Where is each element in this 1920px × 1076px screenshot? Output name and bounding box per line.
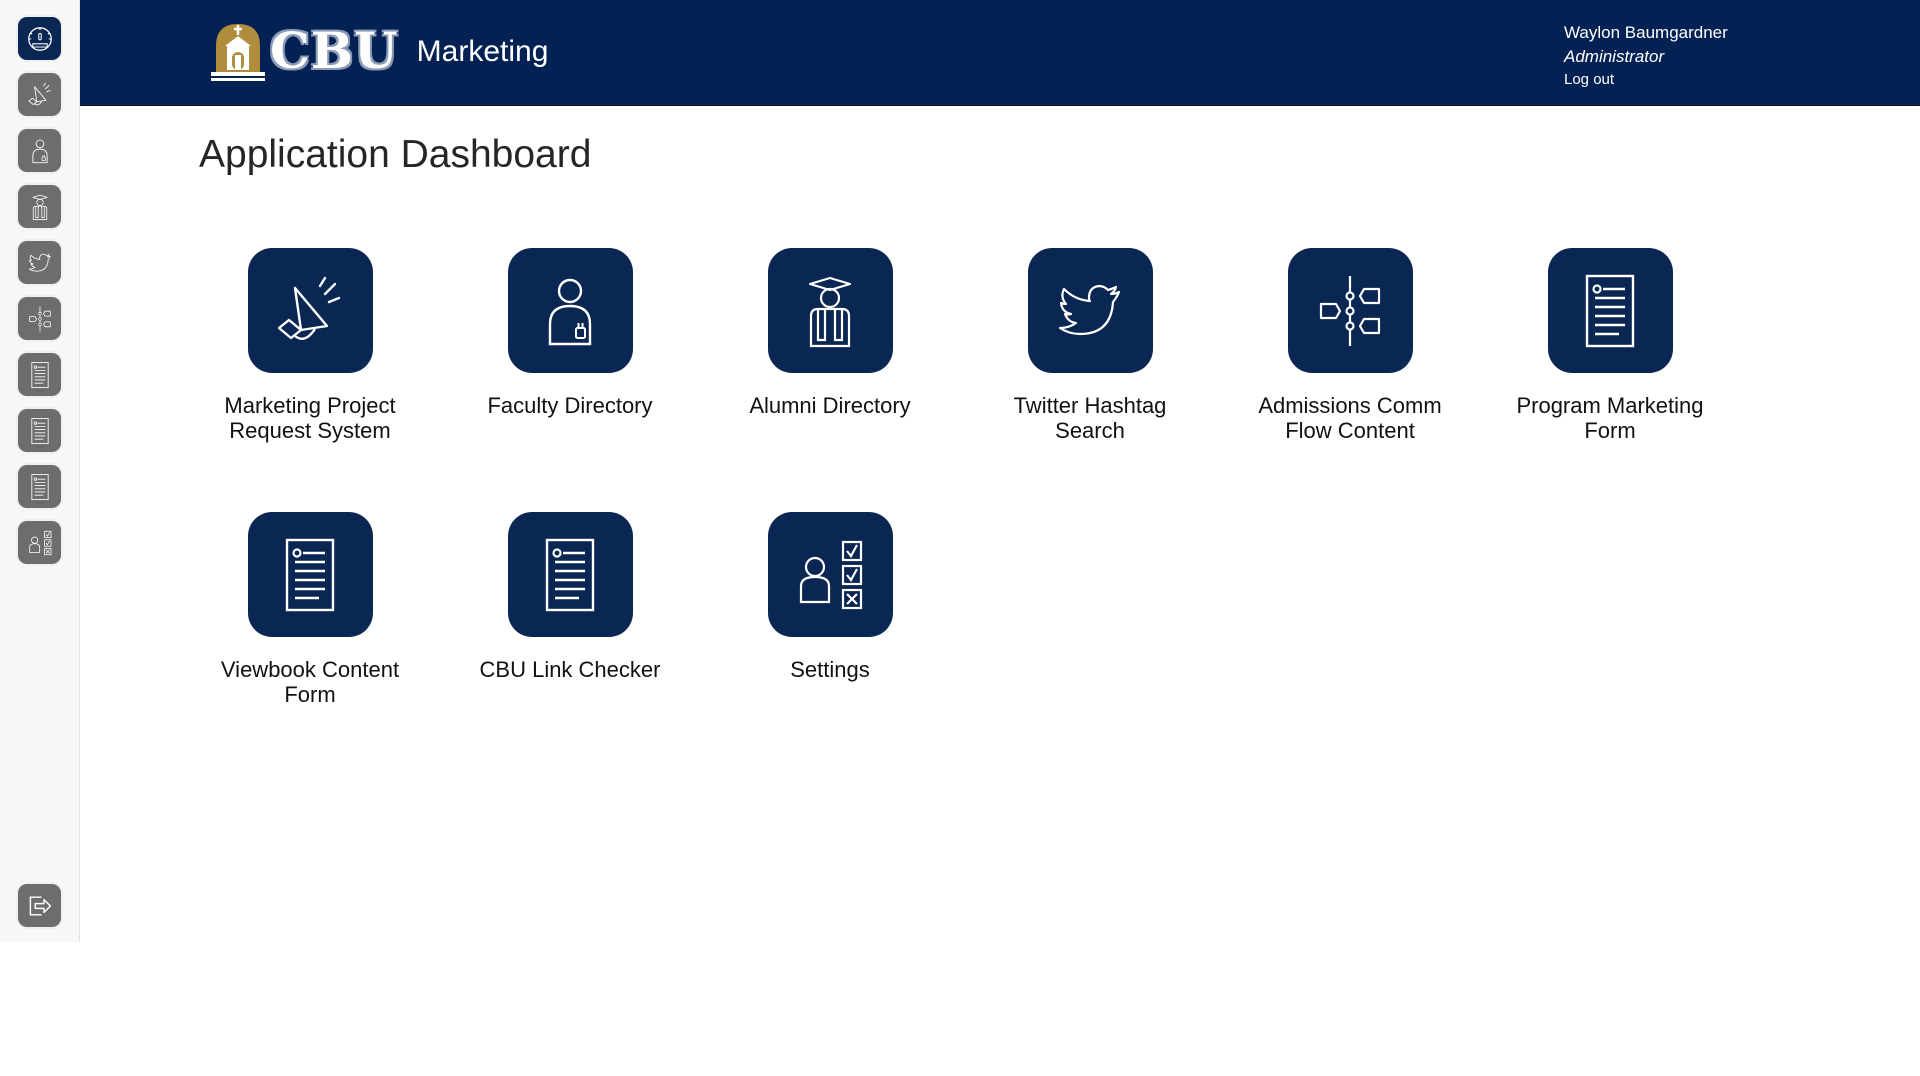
tile-label: Viewbook Content Form bbox=[220, 657, 400, 707]
cbu-marketing-logo[interactable]: CBU Marketing bbox=[210, 20, 548, 82]
app-tile-viewbook-content-form[interactable]: Viewbook Content Form bbox=[195, 512, 425, 707]
tile-label: Settings bbox=[790, 657, 870, 682]
settings-checklist-icon bbox=[24, 527, 56, 559]
tile-label: CBU Link Checker bbox=[479, 657, 661, 682]
tile-label: Alumni Directory bbox=[749, 393, 911, 418]
user-name: Waylon Baumgardner bbox=[1564, 23, 1728, 42]
app-tile-marketing-project-request[interactable]: Marketing Project Request System bbox=[195, 248, 425, 443]
tile-label: Admissions Comm Flow Content bbox=[1258, 393, 1442, 443]
sidebar-logout-button[interactable] bbox=[18, 884, 61, 927]
app-tile-cbu-link-checker[interactable]: CBU Link Checker bbox=[455, 512, 685, 682]
document-form-icon bbox=[24, 359, 56, 391]
app-tile-faculty-directory[interactable]: Faculty Directory bbox=[455, 248, 685, 418]
logo-subtitle: Marketing bbox=[416, 35, 549, 68]
page-title: Application Dashboard bbox=[199, 133, 592, 176]
chapel-logo-icon bbox=[211, 24, 265, 81]
sidebar-item-twitter-hashtag-search[interactable] bbox=[18, 241, 61, 284]
graduate-icon bbox=[24, 191, 56, 223]
app-tile-admissions-comm-flow[interactable]: Admissions Comm Flow Content bbox=[1235, 248, 1465, 443]
logout-link[interactable]: Log out bbox=[1564, 71, 1614, 88]
sidebar-item-dashboard[interactable] bbox=[18, 17, 61, 60]
document-form-icon bbox=[24, 415, 56, 447]
sidebar-item-settings[interactable] bbox=[18, 521, 61, 564]
megaphone-icon bbox=[24, 79, 56, 111]
sidebar-item-alumni-directory[interactable] bbox=[18, 185, 61, 228]
faculty-person-icon bbox=[24, 135, 56, 167]
sidebar-item-viewbook-content-form[interactable] bbox=[18, 409, 61, 452]
sidebar-item-marketing-project-request[interactable] bbox=[18, 73, 61, 116]
top-header: CBU Marketing Waylon Baumgardner Adminis… bbox=[80, 0, 1920, 106]
sidebar-item-admissions-comm-flow[interactable] bbox=[18, 297, 61, 340]
sidebar-item-faculty-directory[interactable] bbox=[18, 129, 61, 172]
dashboard-gauge-icon bbox=[24, 23, 56, 55]
app-tile-twitter-hashtag-search[interactable]: Twitter Hashtag Search bbox=[975, 248, 1205, 443]
app-tile-program-marketing-form[interactable]: Program Marketing Form bbox=[1495, 248, 1725, 443]
user-role: Administrator bbox=[1564, 47, 1665, 66]
document-form-icon bbox=[525, 530, 615, 620]
tile-label: Marketing Project Request System bbox=[224, 393, 396, 443]
logo-text: CBU bbox=[270, 21, 399, 80]
document-form-icon bbox=[265, 530, 355, 620]
document-form-icon bbox=[24, 471, 56, 503]
graduate-icon bbox=[785, 266, 875, 356]
document-form-icon bbox=[1565, 266, 1655, 356]
tile-label: Program Marketing Form bbox=[1516, 393, 1704, 443]
settings-checklist-icon bbox=[785, 530, 875, 620]
twitter-bird-icon bbox=[24, 247, 56, 279]
twitter-bird-icon bbox=[1045, 266, 1135, 356]
logout-arrow-icon bbox=[24, 890, 56, 922]
flow-timeline-icon bbox=[24, 303, 56, 335]
user-info: Waylon Baumgardner Administrator Log out bbox=[1564, 21, 1728, 91]
sidebar-item-program-marketing-form[interactable] bbox=[18, 353, 61, 396]
megaphone-icon bbox=[265, 266, 355, 356]
tile-label: Twitter Hashtag Search bbox=[1013, 393, 1167, 443]
sidebar-item-cbu-link-checker[interactable] bbox=[18, 465, 61, 508]
flow-timeline-icon bbox=[1305, 266, 1395, 356]
faculty-person-icon bbox=[525, 266, 615, 356]
app-tile-alumni-directory[interactable]: Alumni Directory bbox=[715, 248, 945, 418]
tile-label: Faculty Directory bbox=[487, 393, 653, 418]
sidebar bbox=[0, 0, 80, 942]
app-tile-settings[interactable]: Settings bbox=[715, 512, 945, 682]
